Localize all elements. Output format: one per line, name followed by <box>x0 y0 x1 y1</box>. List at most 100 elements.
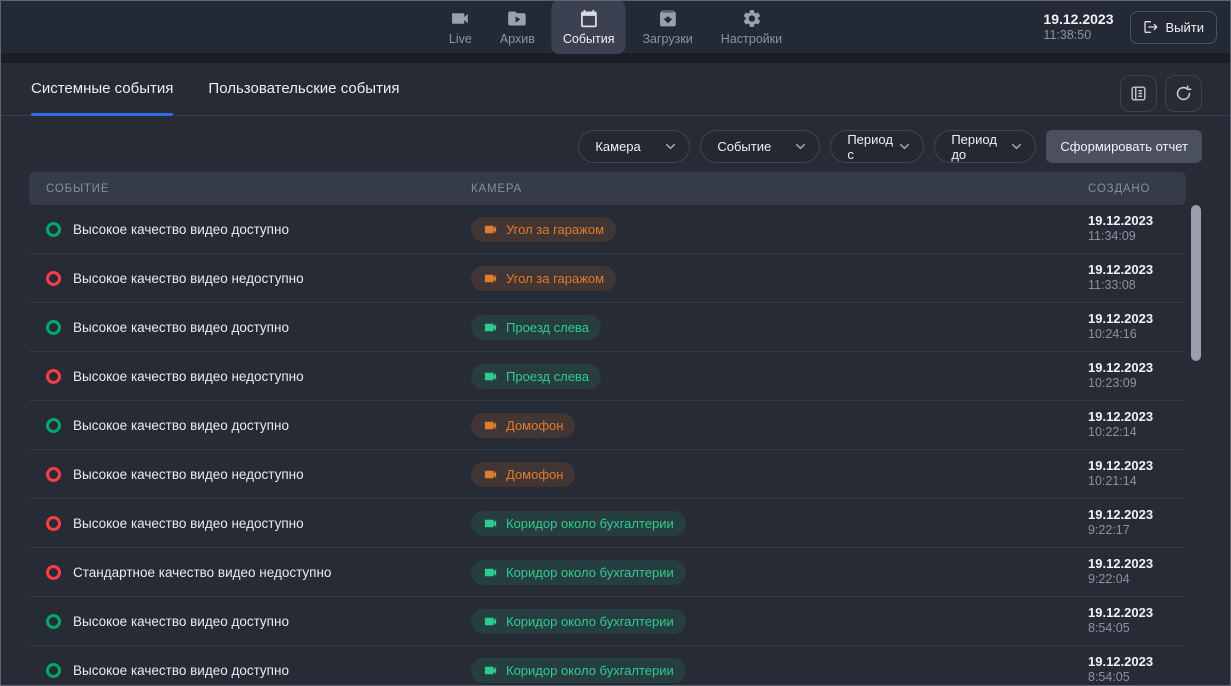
camera-badge[interactable]: Коридор около бухгалтерии <box>471 511 686 536</box>
nav-item-settings[interactable]: Настройки <box>710 0 793 54</box>
camera-badge[interactable]: Коридор около бухгалтерии <box>471 658 686 683</box>
current-date: 19.12.2023 <box>1043 11 1113 28</box>
event-label: Высокое качество видео недоступно <box>73 516 304 531</box>
camera-badge[interactable]: Проезд слева <box>471 364 601 389</box>
filter-dropdown-camera[interactable]: Камера <box>578 130 690 163</box>
table-row[interactable]: Высокое качество видео недоступно Коридор… <box>29 499 1186 548</box>
nav-item-events[interactable]: События <box>552 0 626 54</box>
table-row[interactable]: Высокое качество видео недоступноУгол за… <box>29 254 1186 303</box>
camera-badge-label: Проезд слева <box>506 320 589 335</box>
camera-badge-icon <box>483 320 498 335</box>
generate-report-button[interactable]: Сформировать отчет <box>1046 130 1202 163</box>
camera-badge-label: Коридор около бухгалтерии <box>506 565 674 580</box>
status-ok-icon <box>46 614 61 629</box>
camera-badge[interactable]: Коридор около бухгалтерии <box>471 560 686 585</box>
camera-badge-icon <box>483 467 498 482</box>
camera-badge[interactable]: Домофон <box>471 413 575 438</box>
filter-dropdown-period-from[interactable]: Период с <box>830 130 924 163</box>
settings-gear-icon <box>741 8 762 29</box>
status-error-icon <box>46 467 61 482</box>
table-row[interactable]: Высокое качество видео доступноКоридор о… <box>29 597 1186 646</box>
nav-item-live[interactable]: Live <box>438 0 483 54</box>
camera-badge[interactable]: Коридор около бухгалтерии <box>471 609 686 634</box>
archive-folder-icon <box>507 8 528 29</box>
topbar: Live Архив События Загрузки Настройки 19.12.… <box>1 1 1230 53</box>
filter-dropdowns: Камера Событие Период с Период до <box>578 130 1036 163</box>
events-page: Системные события Пользовательские событи… <box>1 63 1230 685</box>
created-time: 9:22:04 <box>1088 572 1186 588</box>
camera-badge-label: Угол за гаражом <box>506 222 604 237</box>
camera-badge[interactable]: Угол за гаражом <box>471 266 616 291</box>
main-nav: Live Архив События Загрузки Настройки <box>438 1 793 53</box>
tabs: Системные события Пользовательские событи… <box>1 63 1230 115</box>
nav-item-label: Архив <box>500 32 535 46</box>
camera-badge-label: Домофон <box>506 418 563 433</box>
camera-badge-label: Домофон <box>506 467 563 482</box>
table-row[interactable]: Высокое качество видео доступно Коридор о… <box>29 646 1186 685</box>
camera-badge[interactable]: Проезд слева <box>471 315 601 340</box>
camera-badge-icon <box>483 663 498 678</box>
nav-item-label: Загрузки <box>642 32 692 46</box>
nav-item-label: Live <box>449 32 472 46</box>
filter-dropdown-event[interactable]: Событие <box>700 130 820 163</box>
downloads-icon <box>657 8 678 29</box>
current-time: 11:38:50 <box>1043 28 1113 43</box>
table-row[interactable]: Высокое качество видео недоступноПроезд … <box>29 352 1186 401</box>
status-ok-icon <box>46 663 61 678</box>
camera-badge-icon <box>483 565 498 580</box>
table-row[interactable]: Стандартное качество видео недоступноКор… <box>29 548 1186 597</box>
camera-badge-icon <box>483 418 498 433</box>
table-row[interactable]: Высокое качество видео недоступно Домофон… <box>29 450 1186 499</box>
dropdown-label: Период с <box>847 132 897 162</box>
event-label: Высокое качество видео недоступно <box>73 467 304 482</box>
created-time: 8:54:05 <box>1088 621 1186 637</box>
camera-badge-label: Коридор около бухгалтерии <box>506 614 674 629</box>
nav-item-archive[interactable]: Архив <box>489 0 546 54</box>
camera-badge-icon <box>483 271 498 286</box>
created-date: 19.12.2023 <box>1088 605 1186 621</box>
table-row[interactable]: Высокое качество видео доступно Угол за г… <box>29 205 1186 254</box>
app-window: Live Архив События Загрузки Настройки 19.12.… <box>0 0 1231 686</box>
column-header-camera: КАМЕРА <box>471 183 1088 195</box>
nav-item-label: Настройки <box>721 32 782 46</box>
scrollbar-thumb[interactable] <box>1191 205 1201 361</box>
tab-system-events[interactable]: Системные события <box>31 63 173 115</box>
tabs-row: Системные события Пользовательские событи… <box>1 63 1230 116</box>
nav-item-downloads[interactable]: Загрузки <box>631 0 703 54</box>
camera-badge-icon <box>483 614 498 629</box>
logout-button[interactable]: Выйти <box>1130 11 1218 44</box>
chevron-down-icon <box>897 139 912 154</box>
refresh-button[interactable] <box>1165 75 1202 112</box>
created-time: 10:23:09 <box>1088 376 1186 392</box>
tab-user-events[interactable]: Пользовательские события <box>208 63 399 115</box>
camera-badge-label: Угол за гаражом <box>506 271 604 286</box>
report-view-button[interactable] <box>1120 75 1157 112</box>
created-date: 19.12.2023 <box>1088 262 1186 278</box>
camera-badge-icon <box>483 222 498 237</box>
created-date: 19.12.2023 <box>1088 360 1186 376</box>
status-ok-icon <box>46 222 61 237</box>
created-time: 9:22:17 <box>1088 523 1186 539</box>
table-row[interactable]: Высокое качество видео доступноДомофон19… <box>29 401 1186 450</box>
current-datetime: 19.12.2023 11:38:50 <box>1043 11 1113 43</box>
camera-badge[interactable]: Угол за гаражом <box>471 217 616 242</box>
event-label: Высокое качество видео доступно <box>73 663 289 678</box>
dropdown-label: Камера <box>595 139 640 154</box>
created-time: 11:34:09 <box>1088 229 1186 245</box>
filter-dropdown-period-to[interactable]: Период до <box>934 130 1036 163</box>
table-row[interactable]: Высокое качество видео доступноПроезд сл… <box>29 303 1186 352</box>
created-time: 10:22:14 <box>1088 425 1186 441</box>
created-date: 19.12.2023 <box>1088 409 1186 425</box>
dropdown-label: Период до <box>951 132 1009 162</box>
created-time: 11:33:08 <box>1088 278 1186 294</box>
created-time: 8:54:05 <box>1088 670 1186 685</box>
chevron-down-icon <box>793 139 808 154</box>
report-journal-icon <box>1129 84 1148 103</box>
status-error-icon <box>46 516 61 531</box>
camera-badge-icon <box>483 516 498 531</box>
camera-badge[interactable]: Домофон <box>471 462 575 487</box>
event-label: Высокое качество видео доступно <box>73 222 289 237</box>
created-date: 19.12.2023 <box>1088 507 1186 523</box>
topbar-right: 19.12.2023 11:38:50 Выйти <box>1043 1 1217 53</box>
chevron-down-icon <box>1009 139 1024 154</box>
